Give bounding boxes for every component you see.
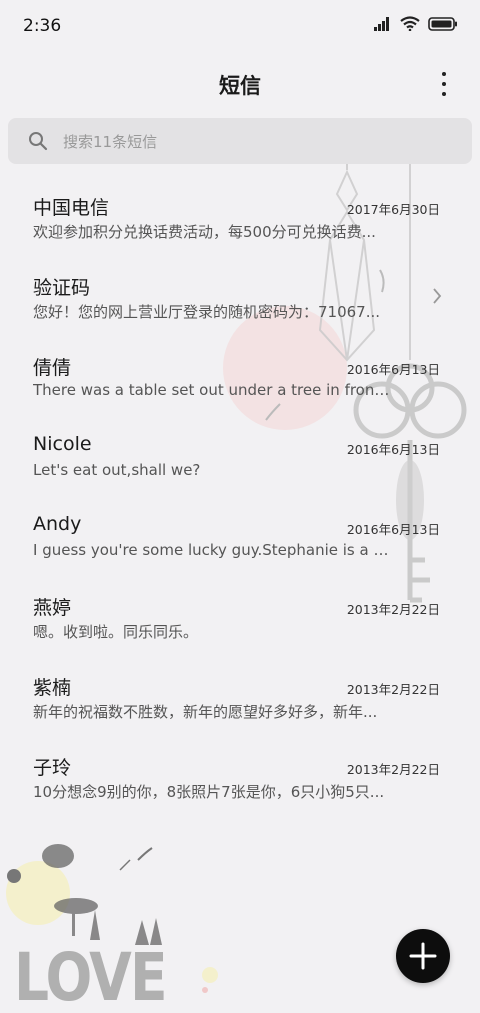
- message-item[interactable]: 子玲 2013年2月22日 10分想念9别的你，8张照片7张是你，6只小狗5只.…: [0, 743, 480, 823]
- message-sender: 子玲: [33, 757, 72, 779]
- search-input[interactable]: 搜索11条短信: [8, 118, 472, 164]
- message-preview: 10分想念9别的你，8张照片7张是你，6只小狗5只...: [33, 783, 385, 801]
- message-date: 2017年6月30日: [346, 202, 440, 217]
- message-sender: 紫楠: [33, 677, 72, 699]
- more-vertical-icon: [442, 72, 446, 76]
- title-bar: 短信: [0, 58, 480, 110]
- message-date: 2016年6月13日: [346, 362, 440, 377]
- wallpaper-love-text: LOVE: [14, 939, 166, 1013]
- status-time: 2:36: [23, 16, 62, 36]
- message-sender: 中国电信: [33, 197, 110, 219]
- message-preview: 欢迎参加积分兑换话费活动，每500分可兑换话费...: [33, 223, 376, 241]
- message-date: 2013年2月22日: [346, 682, 440, 697]
- more-options-button[interactable]: [432, 70, 456, 98]
- new-message-button[interactable]: [396, 929, 450, 983]
- message-sender: Nicole: [33, 433, 92, 455]
- message-item[interactable]: 燕婷 2013年2月22日 嗯。收到啦。同乐同乐。: [0, 583, 480, 663]
- message-date: 2013年2月22日: [346, 762, 440, 777]
- signal-icon: [374, 16, 389, 31]
- message-item[interactable]: 中国电信 2017年6月30日 欢迎参加积分兑换话费活动，每500分可兑换话费.…: [0, 183, 480, 263]
- search-icon: [29, 132, 48, 151]
- message-preview: 您好！您的网上营业厅登录的随机密码为：71067...: [33, 303, 381, 321]
- message-item[interactable]: 验证码 您好！您的网上营业厅登录的随机密码为：71067...: [0, 263, 480, 343]
- message-sender: Andy: [33, 513, 82, 535]
- message-date: 2013年2月22日: [346, 602, 440, 617]
- message-item[interactable]: 倩倩 2016年6月13日 There was a table set out …: [0, 343, 480, 423]
- message-preview: I guess you're some lucky guy.Stephanie …: [33, 541, 393, 559]
- message-date: 2016年6月13日: [346, 442, 440, 457]
- chevron-right-icon: [433, 288, 442, 304]
- message-preview: Let's eat out,shall we?: [33, 461, 201, 479]
- status-bar: 2:36: [0, 0, 480, 52]
- message-sender: 验证码: [33, 277, 91, 299]
- message-list: 中国电信 2017年6月30日 欢迎参加积分兑换话费活动，每500分可兑换话费.…: [0, 183, 480, 823]
- message-preview: There was a table set out under a tree i…: [33, 381, 393, 399]
- message-preview: 嗯。收到啦。同乐同乐。: [33, 623, 199, 641]
- status-icons: [374, 16, 458, 31]
- plus-icon: [409, 942, 437, 970]
- message-item[interactable]: 紫楠 2013年2月22日 新年的祝福数不胜数，新年的愿望好多好多，新年...: [0, 663, 480, 743]
- message-item[interactable]: Nicole 2016年6月13日 Let's eat out,shall we…: [0, 423, 480, 503]
- message-item[interactable]: Andy 2016年6月13日 I guess you're some luck…: [0, 503, 480, 583]
- wifi-icon: [400, 16, 420, 31]
- battery-icon: [428, 16, 457, 31]
- message-preview: 新年的祝福数不胜数，新年的愿望好多好多，新年...: [33, 703, 378, 721]
- page-title: 短信: [219, 74, 261, 98]
- search-placeholder: 搜索11条短信: [63, 133, 158, 151]
- message-date: 2016年6月13日: [346, 522, 440, 537]
- message-sender: 燕婷: [33, 597, 72, 619]
- message-sender: 倩倩: [33, 357, 72, 379]
